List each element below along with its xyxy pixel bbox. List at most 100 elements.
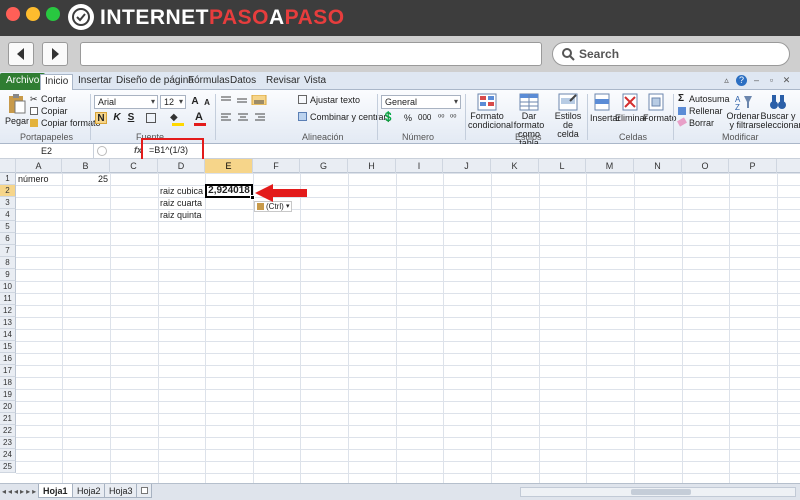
column-header[interactable]: L — [539, 159, 586, 173]
collapse-ribbon-icon[interactable]: ▵ — [721, 75, 732, 86]
tab-inicio[interactable]: Inicio — [40, 74, 74, 90]
forward-button[interactable] — [42, 42, 68, 66]
thousands-button[interactable]: 000 — [418, 113, 431, 122]
cell-styles-icon — [558, 93, 578, 111]
row-header[interactable]: 18 — [0, 377, 16, 389]
row-header[interactable]: 12 — [0, 305, 16, 317]
search-icon — [562, 48, 575, 61]
minimize-icon[interactable]: – — [751, 75, 762, 86]
decrease-decimal-icon[interactable]: ⁰⁰ — [450, 113, 456, 122]
column-header[interactable]: N — [634, 159, 682, 173]
row-header[interactable]: 25 — [0, 461, 16, 473]
restore-icon[interactable]: ▫ — [766, 75, 777, 86]
minimize-window-dot[interactable] — [26, 7, 40, 21]
back-button[interactable] — [8, 42, 34, 66]
italic-button[interactable]: K — [111, 112, 123, 124]
column-header[interactable]: D — [158, 159, 205, 173]
cell-d3[interactable]: raiz cuarta — [160, 197, 202, 209]
column-header[interactable]: G — [300, 159, 348, 173]
row-header[interactable]: 22 — [0, 425, 16, 437]
sheet-tab-hoja3[interactable]: Hoja3 — [104, 484, 138, 498]
percent-button[interactable]: % — [404, 113, 412, 123]
shrink-font-button[interactable]: A — [201, 97, 213, 109]
row-header[interactable]: 20 — [0, 401, 16, 413]
tab-datos[interactable]: Datos — [226, 74, 260, 90]
row-header[interactable]: 11 — [0, 293, 16, 305]
increase-decimal-icon[interactable]: ⁰⁰ — [438, 113, 444, 122]
select-all-corner[interactable] — [0, 159, 16, 173]
column-header[interactable]: K — [491, 159, 539, 173]
underline-button[interactable]: S — [125, 112, 137, 124]
row-header[interactable]: 13 — [0, 317, 16, 329]
namebox-dropdown-icon[interactable] — [97, 146, 107, 156]
borders-icon[interactable] — [146, 113, 156, 123]
number-format-select[interactable]: General — [381, 95, 461, 109]
row-header[interactable]: 6 — [0, 233, 16, 245]
active-cell-e2[interactable]: 2,924018 — [205, 184, 253, 198]
row-header[interactable]: 16 — [0, 353, 16, 365]
help-icon[interactable]: ? — [736, 75, 747, 86]
autosum-label: Autosuma — [689, 94, 730, 104]
horizontal-align-icons[interactable] — [220, 112, 268, 122]
tab-insertar[interactable]: Insertar — [74, 74, 116, 90]
row-header[interactable]: 21 — [0, 413, 16, 425]
column-header[interactable]: O — [682, 159, 729, 173]
row-header[interactable]: 1 — [0, 173, 16, 185]
name-box[interactable]: E2 — [0, 144, 94, 159]
column-header[interactable]: I — [396, 159, 443, 173]
close-icon[interactable]: ✕ — [781, 75, 792, 86]
sheet-nav-arrows[interactable]: ◂◂◂▸▸▸ — [2, 487, 38, 496]
address-bar[interactable] — [80, 42, 542, 66]
row-header-selected[interactable]: 2 — [0, 185, 16, 197]
row-header[interactable]: 9 — [0, 269, 16, 281]
column-header[interactable]: F — [253, 159, 300, 173]
column-header[interactable]: C — [110, 159, 158, 173]
row-header[interactable]: 5 — [0, 221, 16, 233]
vertical-align-icons[interactable] — [220, 95, 268, 105]
row-header[interactable]: 3 — [0, 197, 16, 209]
row-header[interactable]: 17 — [0, 365, 16, 377]
new-sheet-button[interactable] — [136, 484, 152, 498]
font-color-icon[interactable]: A — [195, 111, 203, 123]
font-name-select[interactable]: Arial — [94, 95, 158, 109]
row-header[interactable]: 4 — [0, 209, 16, 221]
column-header[interactable]: A — [16, 159, 62, 173]
scrollbar-thumb[interactable] — [631, 489, 691, 495]
row-header[interactable]: 15 — [0, 341, 16, 353]
bold-button[interactable]: N — [95, 112, 107, 124]
row-header[interactable]: 10 — [0, 281, 16, 293]
grow-font-button[interactable]: A — [189, 96, 201, 108]
horizontal-scrollbar[interactable] — [520, 487, 796, 497]
column-header[interactable]: H — [348, 159, 396, 173]
clipboard-group-label: Portapapeles — [20, 132, 74, 142]
cell-b1[interactable]: 25 — [62, 173, 108, 185]
row-header[interactable]: 23 — [0, 437, 16, 449]
row-header[interactable]: 14 — [0, 329, 16, 341]
maximize-window-dot[interactable] — [46, 7, 60, 21]
column-header[interactable]: B — [62, 159, 110, 173]
row-header[interactable]: 8 — [0, 257, 16, 269]
group-divider — [90, 94, 91, 140]
fill-color-icon[interactable]: ◆ — [170, 112, 178, 123]
sheet-tab-hoja2[interactable]: Hoja2 — [72, 484, 106, 498]
currency-icon[interactable]: 💲 — [382, 112, 394, 123]
font-size-select[interactable]: 12 — [160, 95, 186, 109]
row-header[interactable]: 19 — [0, 389, 16, 401]
close-window-dot[interactable] — [6, 7, 20, 21]
tab-archivo[interactable]: Archivo — [0, 73, 46, 90]
fill-down-icon — [678, 107, 686, 115]
cell-d2[interactable]: raiz cubica — [160, 185, 203, 197]
column-header-selected[interactable]: E — [205, 159, 253, 173]
column-header[interactable]: J — [443, 159, 491, 173]
column-header[interactable]: P — [729, 159, 777, 173]
browser-search-input[interactable]: Search — [552, 42, 790, 66]
cell-d4[interactable]: raiz quinta — [160, 209, 202, 221]
row-header[interactable]: 7 — [0, 245, 16, 257]
sheet-tab-hoja1[interactable]: Hoja1 — [38, 484, 73, 498]
column-header[interactable]: M — [586, 159, 634, 173]
tab-revisar[interactable]: Revisar — [262, 74, 304, 90]
cell-a1[interactable]: número — [18, 173, 49, 185]
row-header[interactable]: 24 — [0, 449, 16, 461]
tab-vista[interactable]: Vista — [300, 74, 330, 90]
cell-styles-label: Estilos de celda — [554, 111, 582, 139]
